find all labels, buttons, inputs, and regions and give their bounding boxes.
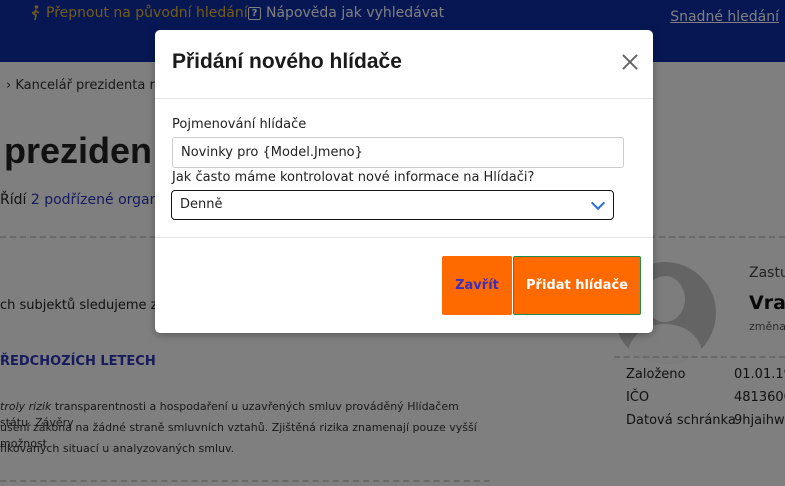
frequency-selected-value: Denně <box>180 197 223 212</box>
watchdog-name-label: Pojmenování hlídače <box>172 117 307 132</box>
close-button[interactable]: Zavřít <box>442 256 512 315</box>
chevron-down-icon <box>590 195 606 211</box>
add-watchdog-button[interactable]: Přidat hlídače <box>513 256 641 315</box>
dialog-footer-divider <box>155 237 653 238</box>
add-watchdog-dialog: Přidání nového hlídače Pojmenování hlída… <box>155 30 653 333</box>
dialog-title: Přidání nového hlídače <box>172 50 402 73</box>
frequency-select[interactable]: Denně <box>171 190 614 220</box>
close-icon[interactable] <box>621 53 639 71</box>
frequency-label: Jak často máme kontrolovat nové informac… <box>172 170 535 185</box>
dialog-header-divider <box>155 98 653 99</box>
watchdog-name-input[interactable] <box>172 137 624 168</box>
